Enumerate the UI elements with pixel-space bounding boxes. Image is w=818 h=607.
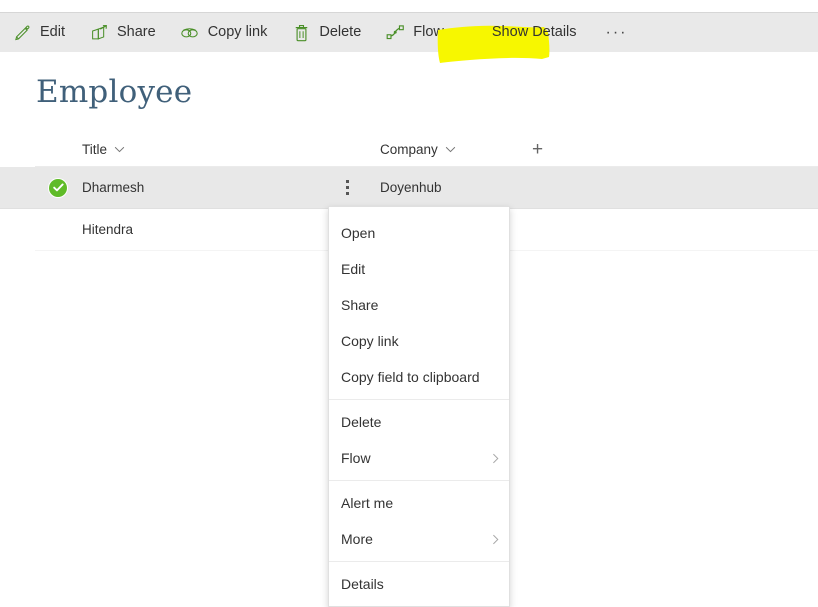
context-menu-item-label: Alert me: [341, 495, 394, 511]
context-menu-item-copy-link[interactable]: Copy link: [329, 323, 509, 359]
context-menu-item-label: Open: [341, 225, 376, 241]
context-menu-item-label: Edit: [341, 261, 366, 277]
context-menu-item-open[interactable]: Open: [329, 215, 509, 251]
checkmark-icon: [49, 178, 67, 197]
context-menu-item-share[interactable]: Share: [329, 287, 509, 323]
command-delete-label: Delete: [319, 24, 362, 41]
context-menu-group: Alert me More: [329, 480, 509, 561]
context-menu-item-details[interactable]: Details: [329, 566, 509, 602]
column-header-title-label: Title: [82, 142, 108, 157]
dot: [345, 180, 349, 183]
chevron-right-icon: [492, 534, 499, 545]
command-edit-button[interactable]: Edit: [0, 13, 77, 52]
cell-title: Dharmesh: [82, 180, 145, 195]
command-copy-link-button[interactable]: Copy link: [168, 13, 280, 52]
context-menu-item-label: Flow: [341, 450, 371, 466]
command-delete-button[interactable]: Delete: [279, 13, 373, 52]
context-menu-item-label: Delete: [341, 414, 382, 430]
plus-icon: +: [532, 139, 544, 160]
context-menu-group: Delete Flow: [329, 399, 509, 480]
add-column-button[interactable]: +: [532, 140, 543, 159]
page-title: Employee: [36, 74, 193, 110]
command-edit-label: Edit: [40, 24, 65, 41]
chevron-down-icon: [453, 29, 464, 36]
cell-company: Doyenhub: [380, 180, 442, 195]
context-menu-item-edit[interactable]: Edit: [329, 251, 509, 287]
context-menu-item-label: Copy field to clipboard: [341, 369, 480, 385]
context-menu: Open Edit Share Copy link Copy field to …: [328, 206, 510, 607]
context-menu-item-copy-field-to-clipboard[interactable]: Copy field to clipboard: [329, 359, 509, 395]
context-menu-item-flow[interactable]: Flow: [329, 440, 509, 476]
chevron-down-icon: [114, 146, 125, 153]
flow-icon: [385, 23, 405, 43]
command-copy-link-label: Copy link: [207, 24, 268, 41]
overflow-menu-button[interactable]: ···: [597, 13, 637, 52]
cell-title: Hitendra: [82, 222, 134, 237]
table-row[interactable]: Dharmesh Doyenhub: [0, 167, 818, 209]
show-details-label: Show Details: [491, 24, 577, 41]
context-menu-item-label: More: [341, 531, 373, 547]
column-header-company-label: Company: [380, 142, 438, 157]
row-actions-button[interactable]: [341, 180, 353, 195]
column-header-company[interactable]: Company: [380, 142, 456, 157]
command-bar: Edit Share Copy link Delete Flow Show De…: [0, 12, 818, 64]
column-header-title[interactable]: Title: [82, 142, 125, 157]
dot: [345, 192, 349, 195]
pencil-icon: [12, 23, 32, 43]
context-menu-item-label: Details: [341, 576, 384, 592]
row-selection-checkbox[interactable]: [49, 178, 67, 197]
context-menu-group: Open Edit Share Copy link Copy field to …: [329, 211, 509, 399]
command-share-label: Share: [117, 24, 156, 41]
context-menu-item-label: Copy link: [341, 333, 399, 349]
show-details-button[interactable]: Show Details: [476, 13, 593, 52]
ellipsis-icon: ···: [605, 23, 628, 41]
trash-icon: [291, 23, 311, 43]
context-menu-item-alert-me[interactable]: Alert me: [329, 485, 509, 521]
context-menu-item-label: Share: [341, 297, 379, 313]
dot: [345, 186, 349, 189]
command-flow-button[interactable]: Flow: [373, 13, 476, 52]
context-menu-item-delete[interactable]: Delete: [329, 404, 509, 440]
column-headers: Title Company +: [35, 133, 818, 167]
chevron-right-icon: [492, 453, 499, 464]
context-menu-item-more[interactable]: More: [329, 521, 509, 557]
command-flow-label: Flow: [413, 24, 444, 41]
context-menu-group: Details: [329, 561, 509, 606]
command-share-button[interactable]: Share: [77, 13, 168, 52]
link-icon: [180, 23, 200, 43]
share-icon: [89, 23, 109, 43]
chevron-down-icon: [445, 146, 456, 153]
